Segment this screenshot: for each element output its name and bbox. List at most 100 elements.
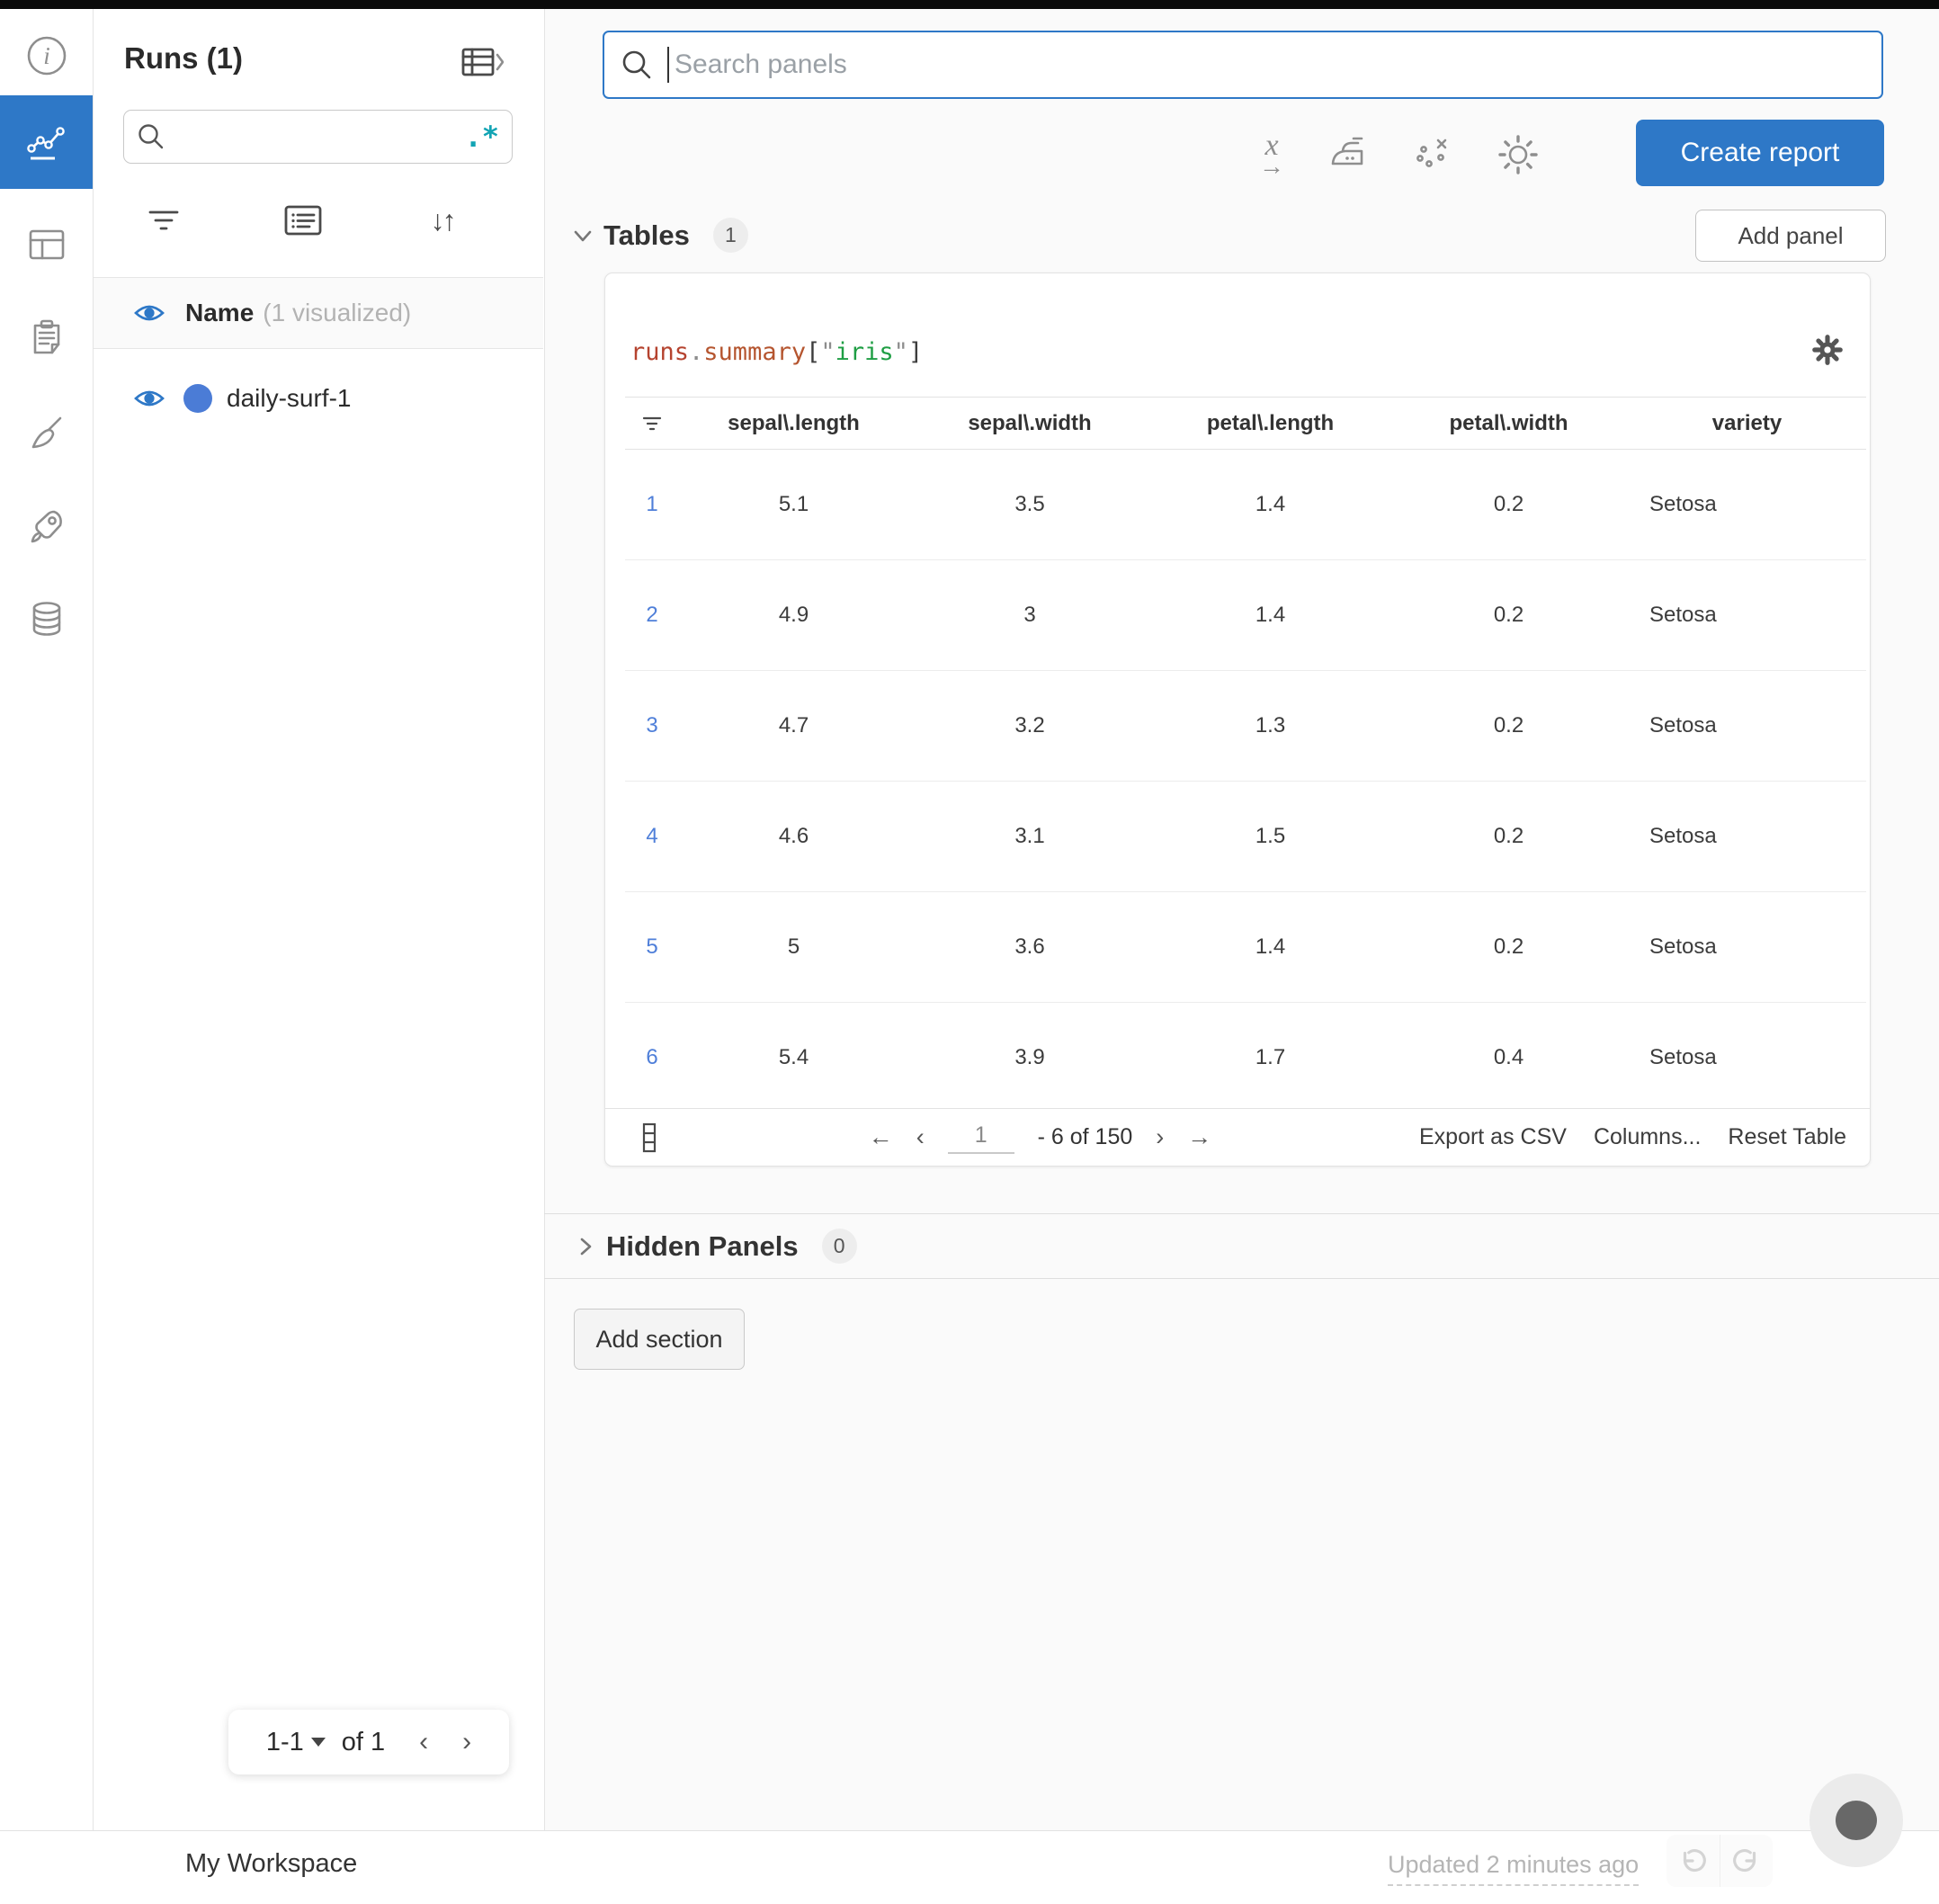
- cell-value: 4.9: [778, 603, 809, 627]
- notes-icon: [284, 205, 321, 236]
- reset-table-button[interactable]: Reset Table: [1728, 1124, 1846, 1150]
- columns-icon[interactable]: [638, 1122, 661, 1153]
- cell-value: 0.2: [1493, 492, 1524, 516]
- run-name[interactable]: daily-surf-1: [227, 384, 351, 413]
- tables-section-header[interactable]: Tables 1: [571, 218, 748, 253]
- group-button[interactable]: [233, 189, 372, 252]
- rail-item-sweeps[interactable]: [0, 387, 93, 480]
- header-filter-button[interactable]: [625, 414, 679, 434]
- rail-item-notes[interactable]: [0, 291, 93, 385]
- rail-item-launch[interactable]: [0, 480, 93, 574]
- column-header[interactable]: petal\.width: [1389, 411, 1628, 436]
- history-controls: [1666, 1835, 1773, 1887]
- text-cursor: [667, 47, 669, 83]
- x-axis-settings-button[interactable]: x →: [1259, 130, 1284, 180]
- cell-value: 3.9: [1014, 1045, 1045, 1069]
- runs-name-header-row[interactable]: Name (1 visualized): [94, 277, 543, 349]
- iris-table: sepal\.length sepal\.width petal\.length pe…: [625, 397, 1866, 1113]
- tables-count-badge: 1: [712, 218, 748, 253]
- panel-search-input[interactable]: [673, 49, 1865, 81]
- undo-button[interactable]: [1666, 1835, 1720, 1887]
- search-icon: [622, 50, 651, 79]
- filter-button[interactable]: [94, 189, 233, 252]
- cell-value: 0.2: [1493, 934, 1524, 959]
- eye-icon: [134, 305, 165, 321]
- last-page-button[interactable]: →: [1187, 1123, 1211, 1151]
- column-header[interactable]: sepal\.width: [908, 411, 1151, 436]
- help-chat-button[interactable]: [1809, 1774, 1903, 1867]
- runs-panel: Runs (1) .* ↓↑ Name (1 visualized) daily…: [94, 9, 545, 1830]
- cell-value: 3: [1023, 603, 1036, 627]
- cell-value: 4.7: [778, 713, 809, 737]
- run-visibility-toggle[interactable]: [133, 387, 165, 410]
- row-index-link[interactable]: 3: [625, 713, 679, 738]
- cell-value: 1.7: [1255, 1045, 1286, 1069]
- table-row: 2 4.9 3 1.4 0.2 Setosa: [625, 560, 1866, 671]
- cell-value: 5.4: [778, 1045, 809, 1069]
- row-index-link[interactable]: 5: [625, 934, 679, 960]
- page-number-input[interactable]: 1: [947, 1121, 1014, 1154]
- table-row: 6 5.4 3.9 1.7 0.4 Setosa: [625, 1003, 1866, 1113]
- row-index-link[interactable]: 1: [625, 492, 679, 517]
- cell-value: 3.1: [1014, 824, 1045, 848]
- redo-button[interactable]: [1719, 1835, 1774, 1887]
- run-row[interactable]: daily-surf-1: [94, 363, 543, 434]
- regex-icon[interactable]: .*: [464, 122, 499, 151]
- rail-item-panels[interactable]: [0, 198, 93, 291]
- gear-icon: [1498, 135, 1538, 174]
- hidden-panels-header[interactable]: Hidden Panels 0: [544, 1213, 1939, 1279]
- x-axis-arrow-icon: →: [1259, 152, 1284, 180]
- table-row: 4 4.6 3.1 1.5 0.2 Setosa: [625, 782, 1866, 892]
- table-header-row: sepal\.length sepal\.width petal\.length pe…: [625, 397, 1866, 450]
- create-report-button[interactable]: Create report: [1636, 120, 1884, 186]
- sort-button[interactable]: ↓↑: [372, 189, 512, 252]
- panel-settings-button[interactable]: [1810, 333, 1845, 367]
- columns-button[interactable]: Columns...: [1594, 1124, 1701, 1150]
- table-body: 1 5.1 3.5 1.4 0.2 Setosa 2 4.9 3 1.4 0.2 Setosa 3 4.7…: [625, 450, 1866, 1113]
- row-index-link[interactable]: 2: [625, 603, 679, 628]
- row-index-link[interactable]: 6: [625, 1045, 679, 1070]
- gear-filled-icon: [1812, 335, 1843, 365]
- export-csv-button[interactable]: Export as CSV: [1419, 1124, 1567, 1150]
- runs-next-page-button[interactable]: ›: [462, 1727, 471, 1757]
- visibility-all-toggle[interactable]: [133, 301, 165, 325]
- panel-title-token: .: [689, 338, 704, 366]
- runs-page-range[interactable]: 1-1: [266, 1728, 304, 1757]
- column-header[interactable]: variety: [1628, 411, 1866, 436]
- add-panel-button[interactable]: Add panel: [1695, 210, 1886, 262]
- table-row: 5 5 3.6 1.4 0.2 Setosa: [625, 892, 1866, 1003]
- add-section-button[interactable]: Add section: [574, 1309, 745, 1370]
- database-icon: [32, 602, 60, 636]
- column-header[interactable]: sepal\.length: [679, 411, 908, 436]
- outliers-button[interactable]: [1412, 134, 1453, 175]
- rail-item-info[interactable]: i: [0, 9, 93, 103]
- next-page-button[interactable]: ›: [1156, 1123, 1164, 1151]
- line-chart-icon: [26, 127, 65, 160]
- runs-search-box[interactable]: .*: [123, 110, 513, 164]
- runs-visualized-note: (1 visualized): [263, 299, 412, 326]
- prev-page-button[interactable]: ‹: [916, 1123, 925, 1151]
- panel-title-token: runs: [630, 338, 690, 366]
- cell-variety: Setosa: [1649, 934, 1717, 959]
- runs-column-name: Name: [185, 299, 255, 326]
- chevron-down-icon: [574, 230, 592, 241]
- first-page-button[interactable]: ←: [869, 1123, 893, 1151]
- panel-search-box[interactable]: [603, 31, 1883, 99]
- table-expand-icon: [461, 48, 504, 76]
- row-index-link[interactable]: 4: [625, 824, 679, 849]
- smoothing-button[interactable]: [1327, 134, 1369, 175]
- runs-table-expand-button[interactable]: [460, 43, 504, 83]
- cell-value: 3.6: [1014, 934, 1045, 959]
- svg-text:i: i: [43, 42, 50, 69]
- workspace-settings-button[interactable]: [1497, 133, 1540, 176]
- rail-item-artifacts[interactable]: [0, 572, 93, 666]
- rocket-icon: [31, 510, 62, 543]
- table-footer: ← ‹ 1 - 6 of 150 › → Export as CSV Colum…: [605, 1108, 1870, 1166]
- updated-timestamp[interactable]: Updated 2 minutes ago: [1388, 1851, 1640, 1886]
- rail-item-workspace-charts[interactable]: [0, 95, 93, 189]
- panel-title: runs.summary["iris"]: [630, 338, 923, 366]
- runs-search-input[interactable]: [174, 121, 465, 152]
- column-header[interactable]: petal\.length: [1151, 411, 1389, 436]
- runs-prev-page-button[interactable]: ‹: [419, 1727, 428, 1757]
- workspace-name: My Workspace: [185, 1849, 358, 1878]
